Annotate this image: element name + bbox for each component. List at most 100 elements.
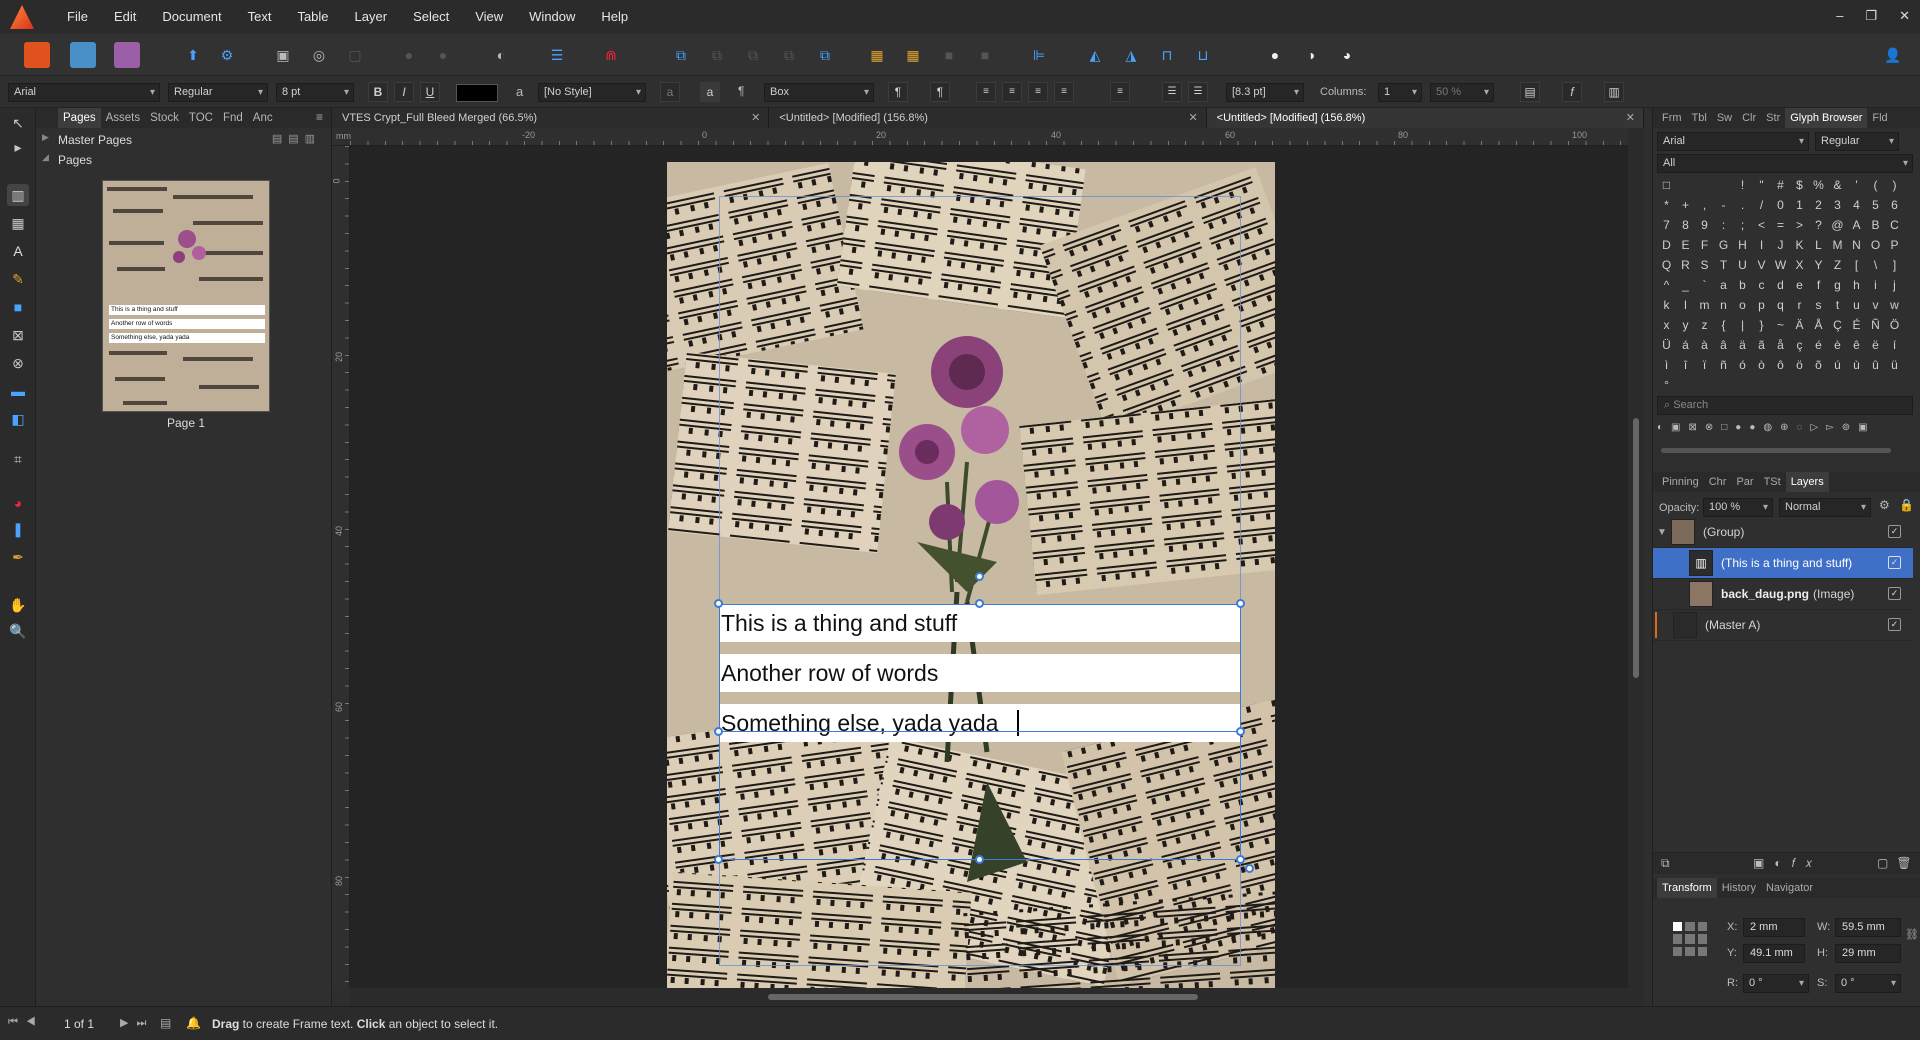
font-family-select[interactable]: Arial [8,83,160,102]
glyph-cell[interactable]: 2 [1809,198,1828,218]
clear-style-icon[interactable]: a [660,82,680,102]
glyph-cell[interactable]: } [1752,318,1771,338]
first-prev-page-icon[interactable]: ⏮◀ [8,1016,44,1029]
glyph-cell[interactable]: ë [1866,338,1885,358]
panel-menu-icon[interactable]: ≡ [316,110,323,124]
resize-handle-ne[interactable] [1236,599,1245,608]
glyph-cell[interactable]: P [1885,238,1904,258]
rotate-left-icon[interactable]: ⊓ [1154,42,1180,68]
glyph-cell[interactable]: ä [1733,338,1752,358]
glyph-cell[interactable]: å [1771,338,1790,358]
vertical-ruler[interactable]: 0 20 40 60 80 [332,146,350,988]
bleed-icon[interactable]: ▢ [342,42,368,68]
text-statistics-icon[interactable]: ▥ [1604,82,1624,102]
tab-layers[interactable]: Layers [1785,472,1829,492]
glyph-cell[interactable]: ` [1695,278,1714,298]
glyph-cell[interactable]: Y [1809,258,1828,278]
rotation-handle[interactable] [975,572,984,581]
glyph-cell[interactable]: l [1676,298,1695,318]
glyph-cell[interactable]: Z [1828,258,1847,278]
layer-group[interactable]: ▼ (Group) ✓ [1653,517,1913,548]
glyph-cell[interactable]: E [1676,238,1695,258]
tab-anchors[interactable]: Anc [248,108,278,128]
shape-tool-icon[interactable]: ■ [7,296,29,318]
align-right-button[interactable]: ≡ [1028,82,1048,102]
add-shape-icon[interactable]: ● [1262,42,1288,68]
close-tab-icon[interactable]: ✕ [1188,108,1197,128]
tab-frame[interactable]: Frm [1657,108,1687,128]
glyph-cell[interactable]: H [1733,238,1752,258]
resize-handle-s[interactable] [975,855,984,864]
glyph-cell[interactable]: p [1752,298,1771,318]
move-backward-icon[interactable]: ⧉ [704,42,730,68]
document-canvas[interactable]: This is a thing and stuff Another row of… [350,146,1628,988]
glyph-cell[interactable]: ã [1752,338,1771,358]
glyph-cell[interactable]: T [1714,258,1733,278]
fit-frame-icon[interactable]: f [1562,82,1582,102]
group-icon[interactable]: ▦ [864,42,890,68]
wrap-settings-icon[interactable]: ● [430,42,456,68]
resize-handle-e[interactable] [1236,727,1245,736]
glyph-cell[interactable]: J [1771,238,1790,258]
frame-options-icon[interactable]: ▤ [1520,82,1540,102]
close-window-button[interactable]: ✕ [1899,0,1910,32]
glyph-cell[interactable]: f [1809,278,1828,298]
align-left-button[interactable]: ≡ [976,82,996,102]
menu-layer[interactable]: Layer [342,0,401,34]
glyph-cell[interactable]: W [1771,258,1790,278]
glyph-cell[interactable]: ö [1790,358,1809,378]
italic-button[interactable]: I [394,82,414,102]
glyph-cell[interactable]: D [1657,238,1676,258]
glyph-cell[interactable]: ] [1885,258,1904,278]
glyph-cell[interactable]: / [1752,198,1771,218]
character-style-icon[interactable]: a [516,84,523,99]
glyph-cell[interactable]: â [1714,338,1733,358]
resize-handle-nw[interactable] [714,599,723,608]
notification-bell-icon[interactable]: 🔔 [186,1016,201,1030]
frame-type-select[interactable]: Box [764,83,874,102]
glyph-cell[interactable]: é [1809,338,1828,358]
intersect-shape-icon[interactable]: ◕ [1334,42,1360,68]
tab-swatches[interactable]: Sw [1712,108,1737,128]
glyph-cell[interactable]: î [1676,358,1695,378]
glyph-tools-icon[interactable]: ◐▣⊠⊗□●●◍⊕◌▷▻⊚▣ [1657,422,1913,433]
glyph-cell[interactable]: I [1752,238,1771,258]
layers-stack-icon[interactable]: ⧉ [1661,856,1670,871]
blend-mode-select[interactable]: Normal [1779,498,1871,517]
glyph-cell[interactable]: L [1809,238,1828,258]
glyph-cell[interactable]: & [1828,178,1847,198]
glyph-cell[interactable]: ì [1657,358,1676,378]
glyph-cell[interactable]: # [1771,178,1790,198]
glyph-cell[interactable]: s [1809,298,1828,318]
glyph-cell[interactable]: V [1752,258,1771,278]
glyph-cell[interactable]: q [1771,298,1790,318]
menu-text[interactable]: Text [235,0,285,34]
resize-handle-sw[interactable] [714,855,723,864]
glyph-grid[interactable]: □! " # $% & '() * +, -./0 1 2 3 4 5 6 7 8 9:; < = >? @ A B C D E F G… [1657,178,1907,398]
anchor-point-selector[interactable] [1673,922,1707,956]
tab-document-2[interactable]: <Untitled> [Modified] (156.8%) ✕ [769,108,1207,128]
preview-mode-icon[interactable]: ◎ [306,42,332,68]
glyph-cell[interactable]: 6 [1885,198,1904,218]
glyph-cell[interactable]: , [1695,198,1714,218]
preflight-icon[interactable]: ⚙ [214,42,240,68]
align-icon[interactable]: ⊫ [1026,42,1052,68]
document-setup-icon[interactable]: ⬆ [180,42,206,68]
menu-document[interactable]: Document [149,0,234,34]
glyph-cell[interactable]: ° [1657,378,1676,398]
glyph-cell[interactable]: í [1885,338,1904,358]
glyph-cell[interactable]: e [1790,278,1809,298]
add-delete-layer-icon[interactable]: ▢🗑 [1877,856,1920,870]
glyph-cell[interactable]: ê [1847,338,1866,358]
glyph-cell[interactable]: ñ [1714,358,1733,378]
paragraph-panel-icon[interactable]: ¶ [738,84,744,98]
glyph-cell[interactable]: $ [1790,178,1809,198]
close-tab-icon[interactable]: ✕ [751,108,760,128]
glyph-cell[interactable]: à [1695,338,1714,358]
layer-image[interactable]: back_daug.png (Image) ✓ [1653,579,1913,610]
underline-button[interactable]: U [420,82,440,102]
font-size-select[interactable]: 8 pt [276,83,354,102]
menu-help[interactable]: Help [588,0,641,34]
character-panel-icon[interactable]: a [700,82,720,102]
glyph-cell[interactable]: a [1714,278,1733,298]
